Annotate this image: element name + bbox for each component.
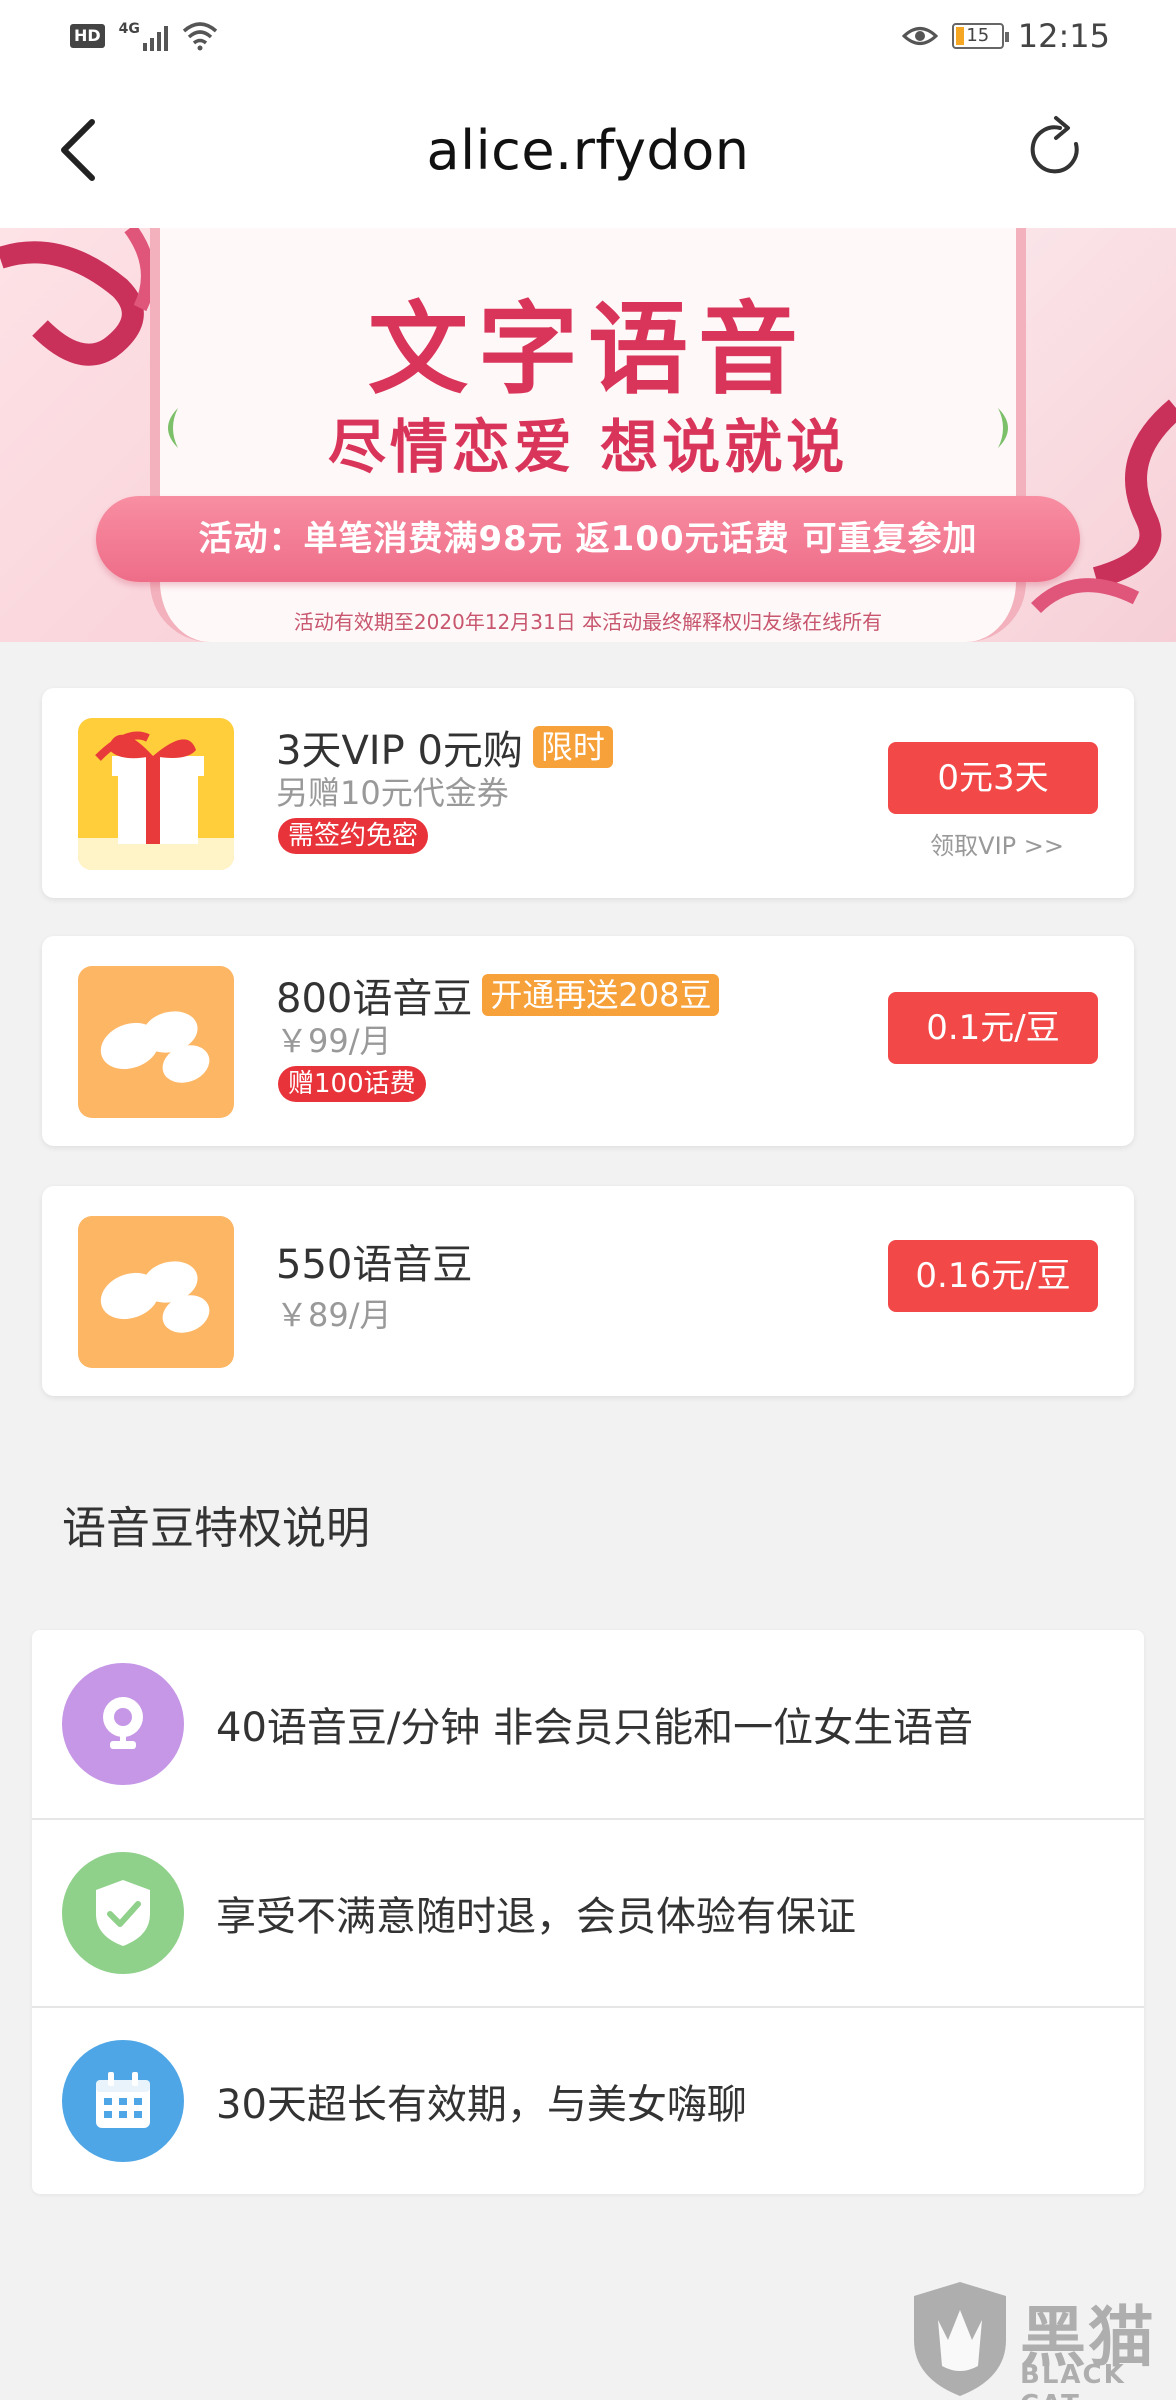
clock: 12:15 (1017, 17, 1110, 55)
banner-promo-pill: 活动：单笔消费满98元 返100元话费 可重复参加 (96, 496, 1080, 582)
eye-icon (901, 27, 938, 45)
offer-card-800-beans[interactable]: 800语音豆 开通再送208豆 ￥99/月 赠100话费 0.1元/豆 (42, 936, 1134, 1146)
price-button[interactable]: 0.1元/豆 (888, 992, 1098, 1064)
promo-banner[interactable]: 文字语音 尽情恋爱 想说就说 活动：单笔消费满98元 返100元话费 可重复参加… (0, 228, 1176, 642)
hd-badge: HD (70, 24, 105, 48)
privileges-list: 40语音豆/分钟 非会员只能和一位女生语音 享受不满意随时退，会员体验有保证 3… (32, 1630, 1144, 2194)
limited-time-tag: 限时 (532, 726, 613, 768)
list-item: 40语音豆/分钟 非会员只能和一位女生语音 (32, 1630, 1144, 1818)
offer-price-per-month: ￥89/月 (276, 1296, 392, 1334)
navigation-bar: alice.rfydon (0, 72, 1176, 228)
privilege-text: 享受不满意随时退，会员体验有保证 (216, 1894, 856, 1940)
refresh-icon[interactable] (1020, 114, 1092, 186)
privilege-text: 40语音豆/分钟 非会员只能和一位女生语音 (216, 1705, 974, 1751)
list-item: 30天超长有效期，与美女嗨聊 (32, 2006, 1144, 2194)
battery-indicator: 15 (951, 23, 1009, 49)
calendar-icon (62, 2040, 184, 2162)
privileges-section-title: 语音豆特权说明 (62, 1503, 370, 1554)
price-button[interactable]: 0元3天 (888, 742, 1098, 814)
status-right: 15 12:15 (901, 17, 1110, 55)
banner-subtitle: 尽情恋爱 想说就说 (327, 413, 849, 481)
signal-icon: 4G (119, 21, 168, 51)
offer-card-550-beans[interactable]: 550语音豆 ￥89/月 0.16元/豆 (42, 1186, 1134, 1396)
watermark: 黑猫 BLACK CAT (900, 2280, 1176, 2400)
bonus-tag: 开通再送208豆 (482, 974, 720, 1016)
webcam-icon (62, 1663, 184, 1785)
offer-badge: 赠100话费 (278, 1066, 426, 1102)
page-title: alice.rfydon (426, 118, 750, 182)
back-arrow-icon[interactable] (52, 112, 112, 188)
shield-check-icon (62, 1852, 184, 1974)
privilege-text: 30天超长有效期，与美女嗨聊 (216, 2082, 747, 2128)
wifi-icon (182, 22, 218, 51)
offer-title-text: 550语音豆 (276, 1242, 473, 1288)
offer-badge: 需签约免密 (278, 818, 429, 854)
offer-title: 550语音豆 (276, 1232, 472, 1290)
gift-icon (78, 718, 234, 870)
black-cat-shield-logo (914, 2282, 1006, 2396)
status-left: HD 4G (70, 21, 218, 51)
watermark-subtitle: BLACK CAT (1020, 2360, 1126, 2400)
banner-title: 文字语音 (368, 291, 808, 408)
offer-subtitle: 另赠10元代金券 (276, 774, 509, 812)
offer-card-vip[interactable]: 3天VIP 0元购 限时 另赠10元代金券 需签约免密 0元3天 领取VIP >… (42, 688, 1134, 898)
offer-price-per-month: ￥99/月 (276, 1022, 392, 1060)
banner-terms-note: 活动有效期至2020年12月31日 本活动最终解释权归友缘在线所有 (293, 610, 883, 634)
list-item: 享受不满意随时退，会员体验有保证 (32, 1818, 1144, 2006)
beans-icon (78, 1216, 234, 1368)
price-button[interactable]: 0.16元/豆 (888, 1240, 1098, 1312)
battery-level: 15 (966, 25, 990, 46)
network-type-label: 4G (118, 21, 140, 37)
beans-icon (78, 966, 234, 1118)
status-bar: HD 4G 15 12:15 (0, 0, 1176, 72)
claim-vip-link[interactable]: 领取VIP >> (930, 826, 1064, 861)
